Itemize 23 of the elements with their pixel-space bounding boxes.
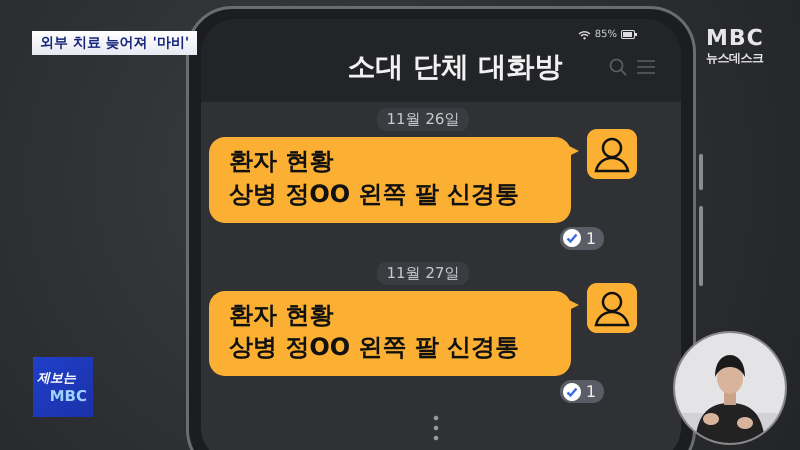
check-icon — [562, 229, 581, 248]
channel-logo: MBC — [706, 28, 764, 50]
menu-icon[interactable] — [637, 59, 655, 75]
date-label: 11월 26일 — [376, 108, 470, 131]
search-icon[interactable] — [609, 58, 627, 76]
check-icon — [562, 382, 581, 401]
message-line: 환자 현황 — [229, 147, 334, 176]
read-receipt: 1 — [560, 380, 604, 404]
avatar-icon — [587, 282, 637, 333]
news-caption: 외부 치료 늦어져 '마비' — [32, 31, 198, 55]
read-receipt: 1 — [560, 226, 604, 250]
message-line: 상병 정OO 왼쪽 팔 신경통 — [229, 180, 520, 209]
battery-percent: 85% — [594, 29, 617, 40]
program-name: 뉴스데스크 — [706, 50, 764, 67]
more-dots-icon — [433, 415, 439, 442]
wifi-icon — [578, 30, 591, 40]
chat-title: 소대 단체 대화방 — [346, 49, 564, 85]
tip-badge: 제보는 MBC — [33, 357, 93, 417]
message-line: 상병 정OO 왼쪽 팔 신경통 — [229, 333, 520, 362]
message-line: 환자 현황 — [229, 300, 334, 330]
avatar-icon — [587, 129, 637, 179]
date-label: 11월 27일 — [376, 262, 470, 285]
battery-icon — [621, 30, 637, 39]
